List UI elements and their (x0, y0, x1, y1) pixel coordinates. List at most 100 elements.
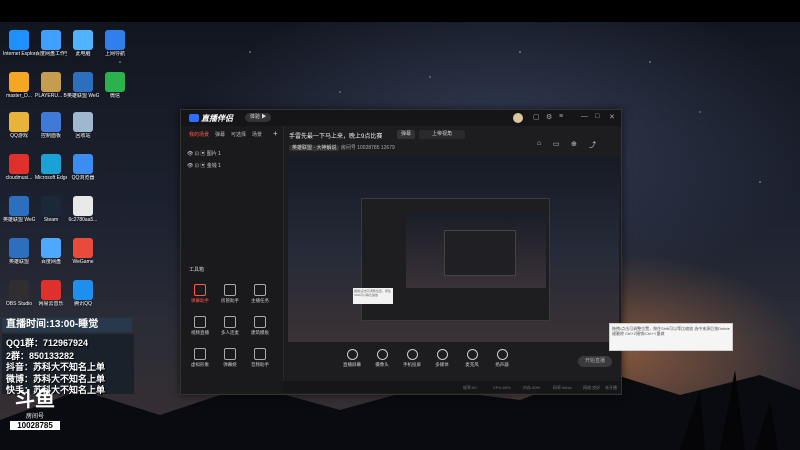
settings-icon[interactable]: ⚙ (546, 113, 552, 121)
desktop-icon[interactable]: 网易云音乐 (35, 280, 67, 307)
tool-button[interactable]: 弹幕助手 (187, 284, 213, 304)
desktop-icon[interactable]: 百度网盘工作空间 (35, 30, 67, 57)
version-button[interactable]: 体验 ▶ (245, 113, 272, 122)
desktop-icon-label: QQ浏览器 (71, 175, 95, 181)
phone-cast-icon (406, 349, 418, 360)
screen-capture-button[interactable]: 直播屏幕 (338, 349, 366, 368)
menu-icon[interactable]: ≡ (559, 113, 563, 120)
desktop-icon[interactable]: Steam (35, 196, 67, 223)
title-bar: 直播伴侣 体验 ▶ ▢ ⚙ ≡ — □ ✕ (181, 110, 621, 126)
status-item: 网络:良好 (583, 385, 601, 390)
game-tag[interactable]: 英雄联盟 · 大神解说 (289, 145, 340, 151)
app-icon (73, 280, 93, 300)
desktop-icon[interactable]: 微信 (99, 72, 131, 99)
media-button[interactable]: 多媒体 (428, 349, 456, 368)
maximize-icon[interactable]: □ (595, 113, 599, 120)
left-panel: 我的场景 弹幕 可选择 场景 + 👁 ⊡ ▣ 图片 1 👁 ⊡ ▣ 金钱 1 工具箱 … (181, 126, 284, 394)
tool-button[interactable]: 多人连麦 (217, 316, 243, 336)
add-scene-icon[interactable]: + (273, 129, 278, 138)
minimize-icon[interactable]: — (581, 113, 588, 120)
desktop-icon[interactable]: WeGame (67, 238, 99, 265)
desktop-icon-label: 英雄联盟 (8, 259, 29, 265)
speaker-button[interactable]: 扬声器 (488, 349, 516, 368)
app-icon (41, 280, 61, 300)
room-label: 房间号 (25, 414, 44, 420)
speaker-icon (496, 349, 508, 360)
screen-capture-icon (346, 349, 358, 360)
button-label: 多媒体 (435, 362, 449, 367)
desktop-icon[interactable]: 英雄联盟 WeGame版 (3, 196, 35, 223)
social-info-panel: QQ1群：712967924 2群：850133282 抖音：苏科大不知名上单 … (2, 334, 134, 395)
camera-button[interactable]: 摄像头 (368, 349, 396, 368)
tool-button[interactable]: 虚拟形象 (187, 348, 213, 368)
douyu-logo: 斗鱼 (15, 389, 55, 411)
tool-button[interactable]: 房管助手 (217, 284, 243, 304)
app-icon (41, 30, 61, 50)
tab-my-scene[interactable]: 我的场景 (189, 132, 209, 138)
desktop-icon[interactable]: QQ浏览器 (67, 154, 99, 181)
app-icon (41, 72, 61, 92)
tab-scene[interactable]: 场景 (252, 132, 262, 138)
desktop-icon[interactable]: 英雄联盟 (3, 238, 35, 265)
desktop-icon[interactable]: 控制面板 (35, 112, 67, 139)
desktop-icon[interactable]: cloudmusi... (3, 154, 35, 181)
desktop-icon[interactable]: 上网导航 (99, 30, 131, 57)
app-icon (9, 238, 29, 258)
stream-title[interactable]: 手雷先最一下马上来，晚上9点比赛 (289, 131, 382, 140)
desktop-icon[interactable]: Internet Explorer (3, 30, 35, 57)
desktop-icon[interactable]: 百度网盘 (35, 238, 67, 265)
screen-icon[interactable]: ▭ (553, 140, 560, 148)
close-icon[interactable]: ✕ (609, 113, 615, 121)
start-live-button[interactable]: 开始直播 (578, 356, 612, 367)
desktop-icon[interactable]: 此电脑 (67, 30, 99, 57)
tool-label: 视频直播 (191, 330, 209, 335)
desktop-icon[interactable]: 腾讯QQ (67, 280, 99, 307)
tool-label: 多人连麦 (221, 330, 239, 335)
desktop-icon-label: 6c2780aa5... (68, 217, 98, 223)
message-icon[interactable]: ▢ (533, 113, 540, 121)
tool-button[interactable]: 音频助手 (247, 348, 273, 368)
tool-button[interactable]: 主播任务 (247, 284, 273, 304)
tool-icon (194, 316, 206, 328)
phone-cast-button[interactable]: 手机投屏 (398, 349, 426, 368)
desktop-icon[interactable]: Microsoft Edge (35, 154, 67, 181)
tool-label: 房管助手 (221, 298, 239, 303)
status-item: 内存:40% (523, 385, 541, 390)
desktop-icon[interactable]: 6c2780aa5... (67, 196, 99, 223)
desktop-icon-label: 网易云音乐 (38, 301, 64, 307)
tool-button[interactable]: 弹幕姬 (217, 348, 243, 368)
app-icon (105, 72, 125, 92)
gift-icon[interactable]: ⌂ (537, 140, 541, 147)
app-icon (73, 112, 93, 132)
tooltip-callout-large: 拖拽/点击可调整位置，按住Shift可以等比缩放 选中来源后按Delete键删除… (609, 323, 733, 351)
stream-meta: 英雄联盟 · 大神解说 房间号 10028785 12679 (289, 144, 395, 151)
tool-button[interactable]: 视频直播 (187, 316, 213, 336)
app-icon (73, 238, 93, 258)
desktop-icon[interactable]: OBS Studio (3, 280, 35, 307)
category-button[interactable]: 上帝视角 (419, 130, 465, 139)
tool-button[interactable]: 建筑模板 (247, 316, 273, 336)
avatar[interactable] (513, 113, 523, 123)
desktop-icon[interactable]: master_D... (3, 72, 35, 99)
desktop-icon[interactable]: 英雄联盟 WeGame版 (67, 72, 99, 99)
desktop-icon[interactable]: PLAYERU... BATTLEGR... (35, 72, 67, 99)
tab-optional[interactable]: 可选择 (231, 132, 246, 138)
link-icon[interactable]: ⊕ (571, 140, 577, 148)
stream-preview[interactable] (288, 157, 619, 342)
tool-icon (224, 316, 236, 328)
tab-danmu[interactable]: 弹幕 (215, 132, 225, 138)
desktop-icon[interactable]: QQ游戏 (3, 112, 35, 139)
status-item: 未开播 (605, 385, 617, 390)
desktop-icon-label: cloudmusi... (5, 175, 33, 181)
tool-label: 主播任务 (251, 298, 269, 303)
scene-item[interactable]: 👁 ⊡ ▣ 图片 1 (187, 150, 221, 157)
app-icon (41, 196, 61, 216)
desktop-icon[interactable]: 回收站 (67, 112, 99, 139)
share-icon[interactable]: ⤴ (589, 140, 596, 150)
microphone-button[interactable]: 麦克风 (458, 349, 486, 368)
button-label: 麦克风 (465, 362, 479, 367)
category-badge[interactable]: 弹幕 (397, 130, 416, 139)
status-item: 帧率:60 (463, 385, 477, 390)
scene-item[interactable]: 👁 ⊡ ▣ 金钱 1 (187, 162, 221, 169)
app-icon (9, 112, 29, 132)
